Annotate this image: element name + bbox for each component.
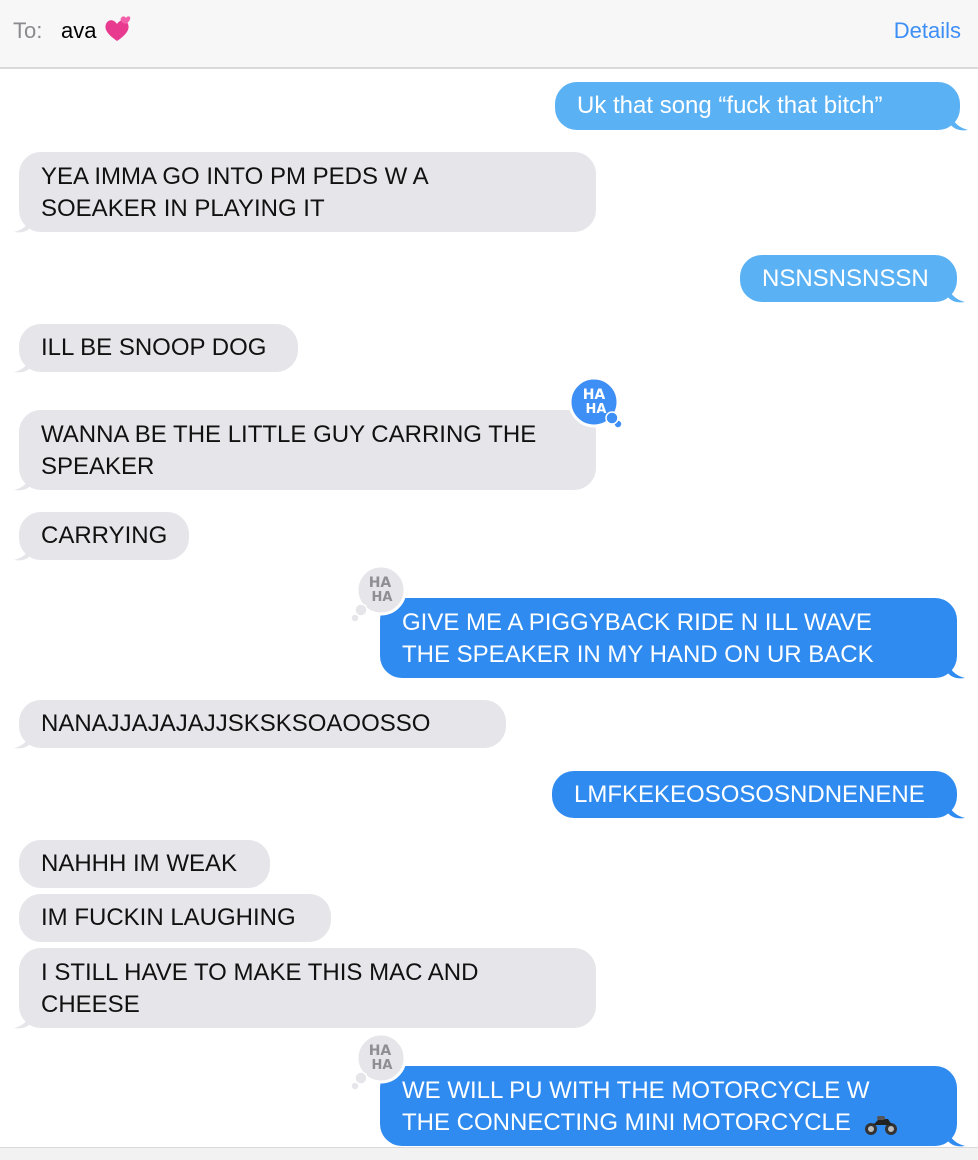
message-text: NAHHH IM WEAK	[41, 850, 238, 877]
message-text: CHEESE	[41, 991, 140, 1018]
message-bubble-sent[interactable]: WE WILL PU WITH THE MOTORCYCLE W THE CON…	[380, 1066, 957, 1146]
input-bar-edge	[0, 1147, 978, 1160]
message-text: YEA IMMA GO INTO PM PEDS W A	[41, 163, 429, 190]
bubble-tail	[947, 1126, 965, 1147]
bubble-tail	[14, 352, 32, 373]
bubble-tail	[14, 212, 32, 233]
message-bubble-sent[interactable]: Uk that song “fuck that bitch”	[555, 82, 960, 130]
tapback-text: HA	[583, 387, 606, 403]
haha-tapback-icon[interactable]: HA HA	[348, 566, 408, 626]
message-bubble-sent[interactable]: LMFKEKEOSOSOSNDNENENE	[552, 771, 957, 818]
message-bubble-sent[interactable]: GIVE ME A PIGGYBACK RIDE N ILL WAVE THE …	[380, 598, 957, 678]
message-text: NSNSNSNSSN	[762, 265, 929, 292]
recipient-name[interactable]: ava	[61, 18, 96, 44]
message-line: THE CONNECTING MINI MOTORCYCLE	[402, 1107, 935, 1139]
message-bubble-received[interactable]: YEA IMMA GO INTO PM PEDS W A SOEAKER IN …	[19, 152, 596, 232]
bubble-tail	[14, 1008, 32, 1029]
message-text: SOEAKER IN PLAYING IT	[41, 195, 325, 222]
message-bubble-received[interactable]: NANAJJAJAJAJJSKSKSOAOOSSO	[19, 700, 506, 748]
to-label: To:	[13, 18, 43, 43]
bubble-tail	[14, 470, 32, 491]
bubble-tail	[14, 540, 32, 561]
message-bubble-received[interactable]: I STILL HAVE TO MAKE THIS MAC AND CHEESE	[19, 948, 596, 1028]
message-bubble-received[interactable]: CARRYING	[19, 512, 189, 560]
bubble-tail	[14, 728, 32, 749]
message-text: IM FUCKIN LAUGHING	[41, 904, 296, 931]
message-bubble-received[interactable]: WANNA BE THE LITTLE GUY CARRING THE SPEA…	[19, 410, 596, 490]
message-text: CARRYING	[41, 522, 168, 549]
message-text: THE CONNECTING MINI MOTORCYCLE	[402, 1109, 851, 1136]
two-hearts-icon	[105, 16, 131, 41]
motorcycle-icon	[864, 1115, 897, 1135]
svg-text:HA: HA	[369, 575, 392, 591]
message-text: WANNA BE THE LITTLE GUY CARRING THE	[41, 421, 537, 448]
svg-text:HA: HA	[372, 590, 393, 605]
svg-text:HA: HA	[586, 402, 607, 417]
message-text: ILL BE SNOOP DOG	[41, 334, 267, 361]
message-bubble-sent[interactable]: NSNSNSNSSN	[740, 255, 957, 302]
message-bubble-received[interactable]: NAHHH IM WEAK	[19, 840, 270, 888]
haha-tapback-icon[interactable]: HA HA	[566, 378, 626, 438]
message-text: Uk that song “fuck that bitch”	[577, 92, 883, 119]
message-text: GIVE ME A PIGGYBACK RIDE N ILL WAVE	[402, 609, 872, 636]
message-text: THE SPEAKER IN MY HAND ON UR BACK	[402, 641, 874, 668]
message-text: I STILL HAVE TO MAKE THIS MAC AND	[41, 959, 479, 986]
svg-text:HA: HA	[372, 1058, 393, 1073]
bubble-tail	[950, 110, 968, 131]
message-text: LMFKEKEOSOSOSNDNENENE	[574, 781, 925, 808]
haha-tapback-icon[interactable]: HA HA	[348, 1034, 408, 1094]
message-text: SPEAKER	[41, 453, 155, 480]
message-bubble-received[interactable]: IM FUCKIN LAUGHING	[19, 894, 331, 942]
bubble-tail	[947, 282, 965, 303]
message-text: WE WILL PU WITH THE MOTORCYCLE W	[402, 1077, 870, 1104]
bubble-tail	[947, 658, 965, 679]
svg-text:HA: HA	[369, 1043, 392, 1059]
details-link[interactable]: Details	[894, 18, 961, 44]
message-bubble-received[interactable]: ILL BE SNOOP DOG	[19, 324, 298, 372]
bubble-tail	[947, 798, 965, 819]
message-text: NANAJJAJAJAJJSKSKSOAOOSSO	[41, 710, 431, 737]
conversation-header: To: ava Details	[0, 0, 978, 69]
